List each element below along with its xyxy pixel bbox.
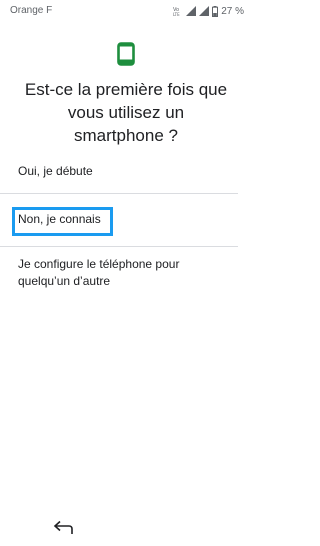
- carrier-name: Orange F: [10, 5, 53, 16]
- setup-question: Est-ce la première fois que vous utilise…: [24, 80, 228, 145]
- option-experienced[interactable]: Non, je connais: [0, 194, 252, 246]
- signal-icon: [199, 6, 210, 16]
- option-label: Non, je connais: [18, 212, 101, 226]
- status-icons: Vo LTE 27 %: [173, 4, 244, 18]
- option-setup-for-someone-else[interactable]: Je configure le téléphone pour quelqu’un…: [0, 247, 252, 303]
- option-label: Oui, je débute: [18, 164, 93, 178]
- option-label: Je configure le téléphone pour quelqu’un…: [18, 257, 180, 288]
- battery-icon: [212, 5, 219, 17]
- svg-text:LTE: LTE: [173, 12, 180, 16]
- smartphone-icon: [117, 42, 135, 66]
- back-button[interactable]: [52, 520, 74, 536]
- status-bar: Orange F Vo LTE 27 %: [0, 0, 252, 22]
- volte-icon: Vo LTE: [173, 6, 183, 16]
- wifi-icon: [186, 6, 197, 16]
- back-arrow-icon: [53, 520, 73, 534]
- option-beginner[interactable]: Oui, je débute: [0, 148, 252, 193]
- battery-percent: 27 %: [221, 5, 244, 17]
